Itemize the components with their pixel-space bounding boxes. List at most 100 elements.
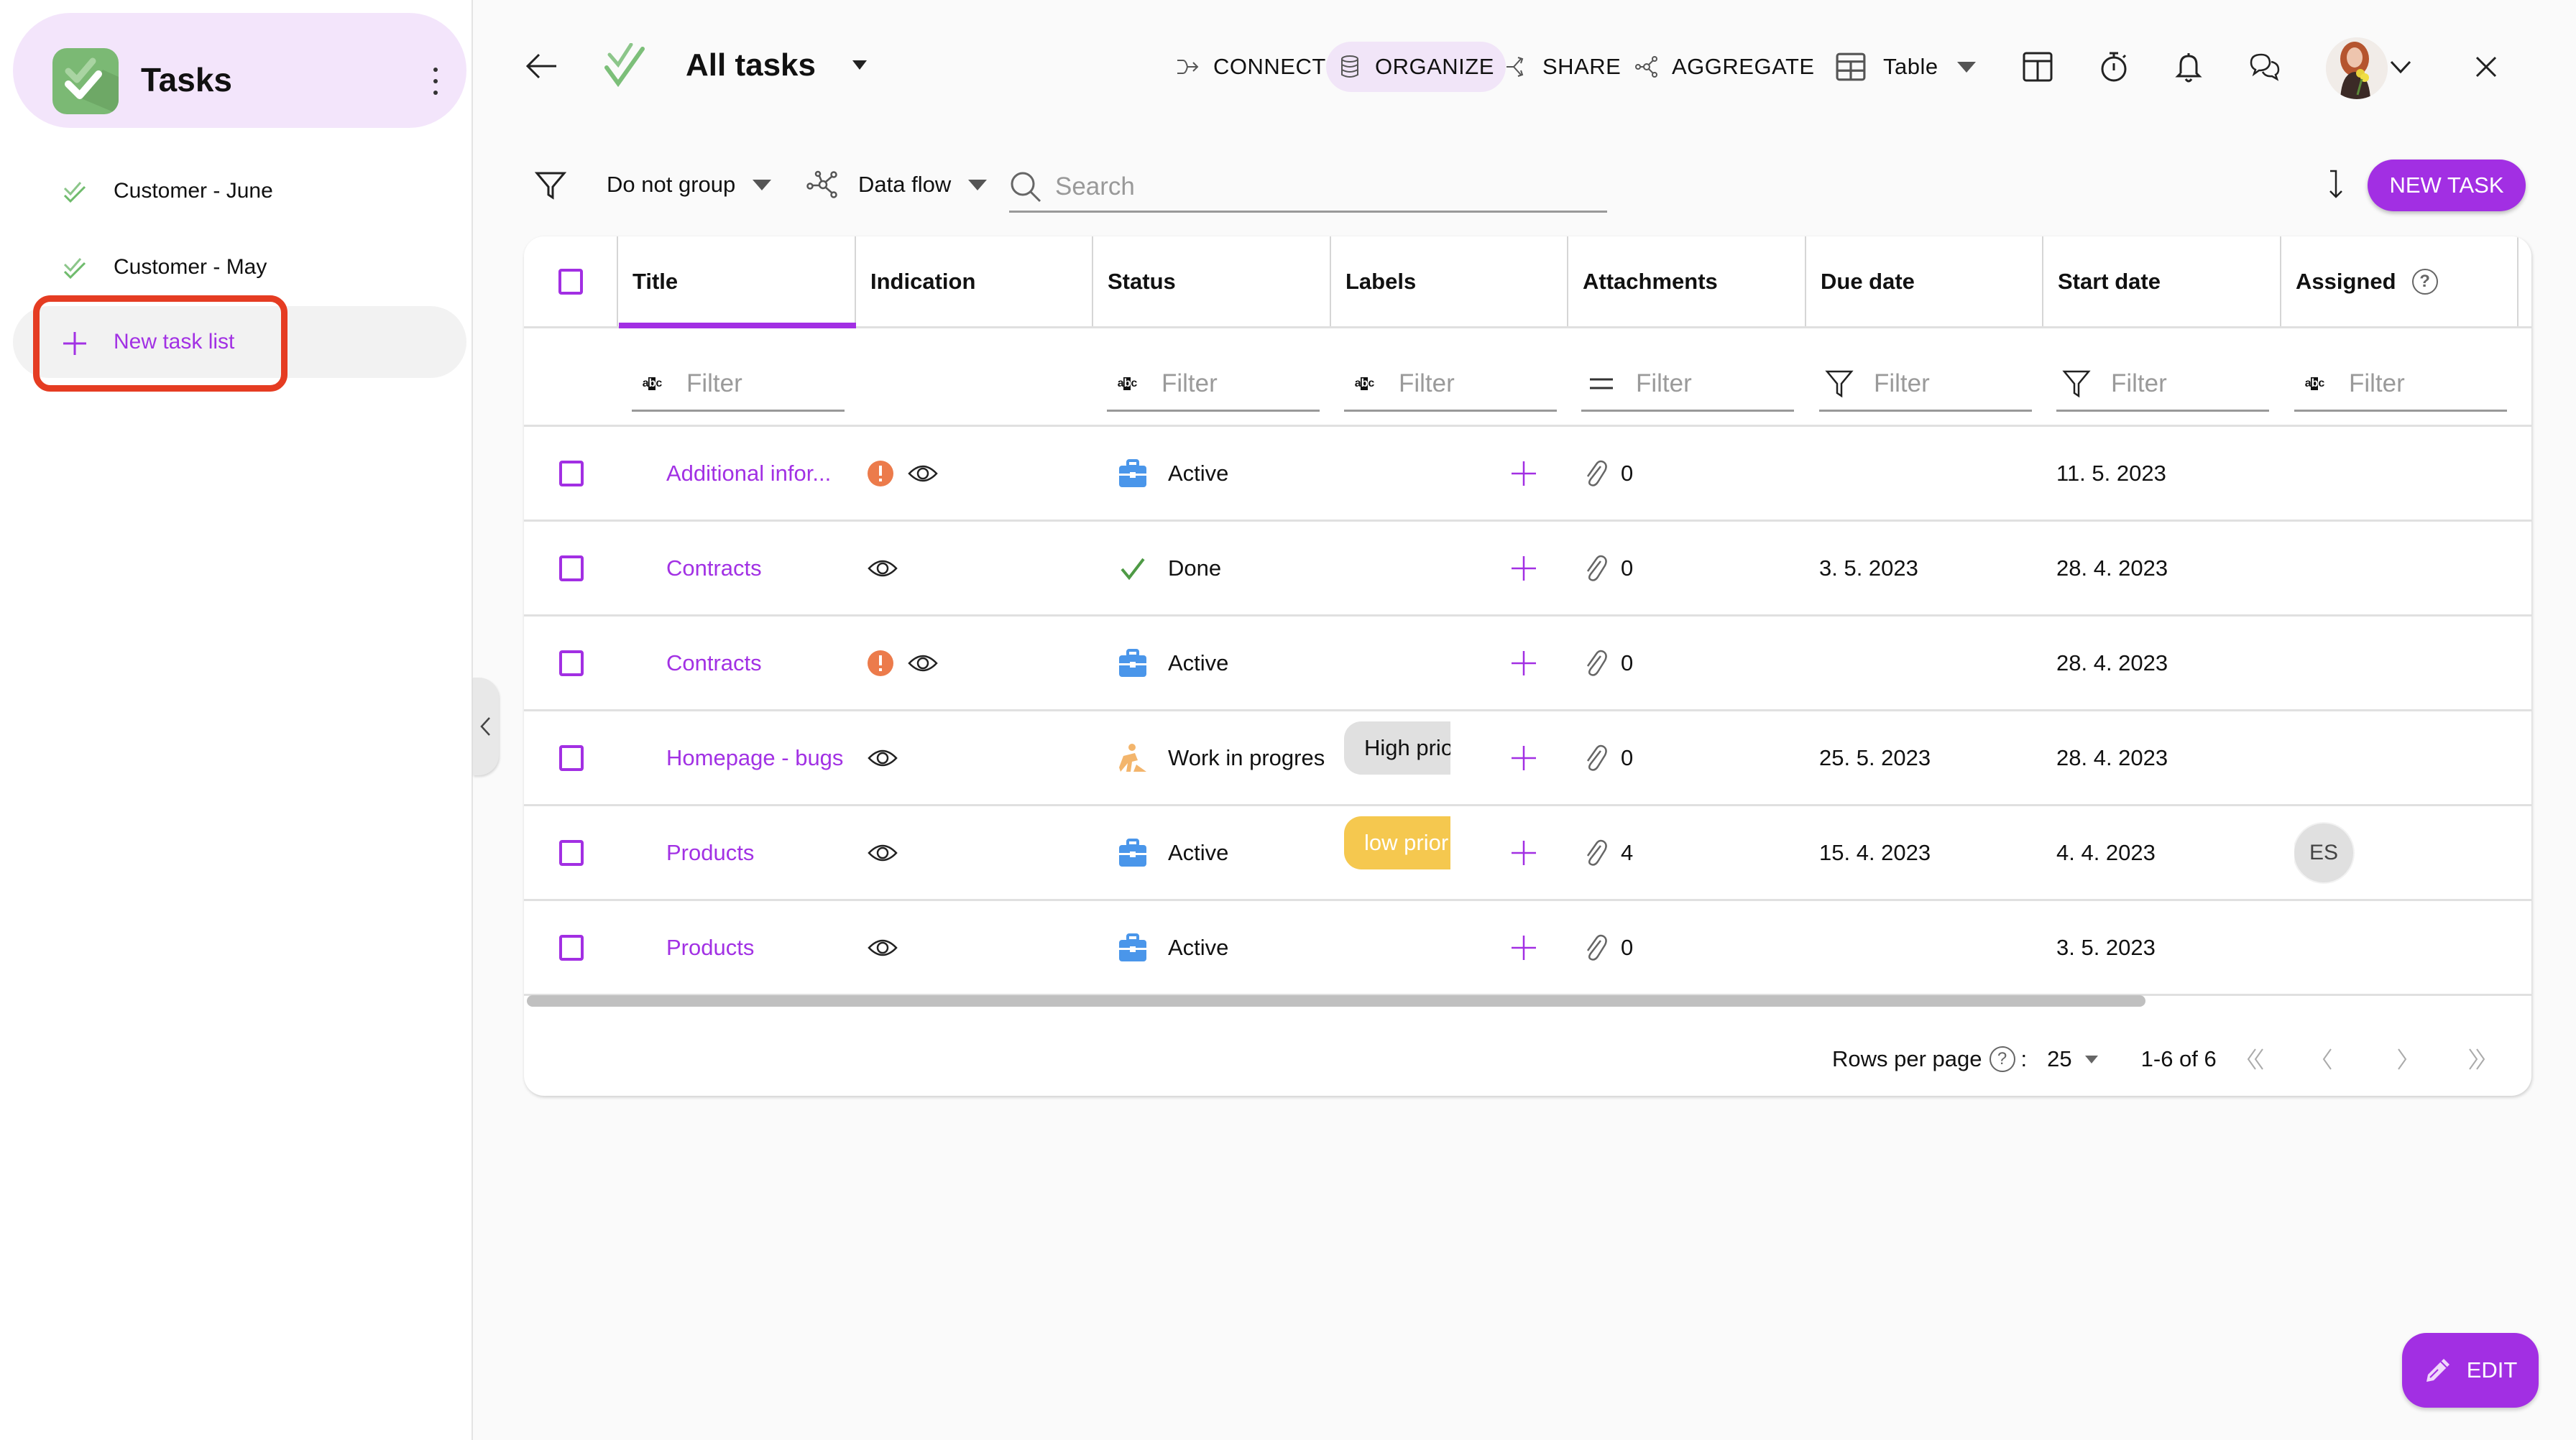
user-avatar[interactable] — [2326, 37, 2388, 99]
column-header-status[interactable]: Status — [1093, 236, 1331, 326]
status-cell[interactable]: Active — [1118, 901, 1326, 994]
eye-icon[interactable] — [868, 748, 898, 768]
search-input[interactable] — [1055, 172, 1558, 201]
previous-page-icon[interactable] — [2313, 1045, 2342, 1074]
start-date-filter[interactable]: Filter — [2056, 357, 2269, 412]
task-title-link[interactable]: Contracts — [666, 555, 762, 581]
table-row[interactable]: Contracts Active 0 28. 4. 2023 — [524, 617, 2531, 711]
assigned-cell[interactable] — [2294, 427, 2510, 520]
connect-button[interactable]: CONNECT — [1176, 42, 1326, 92]
more-options-icon[interactable] — [421, 63, 450, 99]
data-flow-select[interactable]: Data flow — [806, 167, 988, 203]
column-header-start-date[interactable]: Start date — [2043, 236, 2281, 326]
new-task-list-button[interactable]: New task list — [13, 306, 466, 378]
add-label-icon[interactable] — [1510, 744, 1537, 772]
sidebar-item-customer-june[interactable]: Customer - June — [13, 155, 466, 227]
next-page-icon[interactable] — [2388, 1045, 2416, 1074]
assigned-filter[interactable]: a b c Filter — [2294, 357, 2507, 412]
table-row[interactable]: Products Active 0 3. 5. 2023 — [524, 901, 2531, 996]
row-checkbox[interactable] — [558, 460, 584, 486]
column-header-title[interactable]: Title — [618, 236, 856, 326]
view-selector[interactable]: Table — [1836, 42, 1976, 92]
column-header-indication[interactable]: Indication — [856, 236, 1093, 326]
edit-button[interactable]: EDIT — [2402, 1333, 2539, 1408]
status-cell[interactable]: Active — [1118, 617, 1326, 709]
row-checkbox[interactable] — [558, 839, 584, 866]
label-chip[interactable]: High prio — [1344, 721, 1450, 775]
due-date-cell[interactable] — [1819, 427, 2035, 520]
sidebar-item-customer-may[interactable]: Customer - May — [13, 231, 466, 303]
start-date-cell[interactable]: 28. 4. 2023 — [2056, 711, 2272, 804]
back-arrow-icon[interactable] — [525, 50, 559, 82]
attachments-cell[interactable]: 0 — [1582, 711, 1798, 804]
last-page-icon[interactable] — [2462, 1045, 2491, 1074]
close-icon[interactable] — [2474, 55, 2498, 79]
chevron-down-icon[interactable] — [2389, 56, 2412, 78]
timer-icon[interactable] — [2097, 50, 2130, 83]
group-by-select[interactable]: Do not group — [607, 167, 772, 203]
attachments-cell[interactable]: 0 — [1582, 427, 1798, 520]
row-checkbox[interactable] — [558, 744, 584, 771]
aggregate-button[interactable]: AGGREGATE — [1634, 42, 1815, 92]
share-button[interactable]: SHARE — [1505, 42, 1621, 92]
rows-per-page-select[interactable]: 25 — [2047, 1046, 2098, 1072]
assigned-cell[interactable] — [2294, 522, 2510, 614]
task-title-link[interactable]: Products — [666, 840, 754, 866]
table-row[interactable]: Products Active low prior 4 15. 4. 2023 4. 4.… — [524, 806, 2531, 901]
labels-filter[interactable]: a b c Filter — [1344, 357, 1557, 412]
task-title-link[interactable]: Contracts — [666, 650, 762, 676]
attachments-filter[interactable]: Filter — [1581, 357, 1794, 412]
due-date-cell[interactable] — [1819, 617, 2035, 709]
add-label-icon[interactable] — [1510, 460, 1537, 487]
column-header-assigned[interactable]: Assigned ? — [2281, 236, 2518, 326]
column-header-labels[interactable]: Labels — [1331, 236, 1568, 326]
attachments-cell[interactable]: 0 — [1582, 522, 1798, 614]
new-task-button[interactable]: NEW TASK — [2368, 160, 2526, 211]
start-date-cell[interactable]: 28. 4. 2023 — [2056, 617, 2272, 709]
start-date-cell[interactable]: 4. 4. 2023 — [2056, 806, 2272, 899]
task-title-link[interactable]: Additional infor... — [666, 461, 831, 486]
attachments-cell[interactable]: 4 — [1582, 806, 1798, 899]
start-date-cell[interactable]: 11. 5. 2023 — [2056, 427, 2272, 520]
help-icon[interactable]: ? — [1989, 1046, 2015, 1072]
help-icon[interactable]: ? — [2411, 268, 2438, 295]
organize-button[interactable]: ORGANIZE — [1326, 42, 1506, 92]
eye-icon[interactable] — [868, 843, 898, 863]
row-checkbox[interactable] — [558, 555, 584, 581]
row-checkbox[interactable] — [558, 650, 584, 676]
due-date-filter[interactable]: Filter — [1819, 357, 2032, 412]
start-date-cell[interactable]: 3. 5. 2023 — [2056, 901, 2272, 994]
attachments-cell[interactable]: 0 — [1582, 901, 1798, 994]
chat-icon[interactable] — [2248, 50, 2281, 83]
column-header-attachments[interactable]: Attachments — [1568, 236, 1806, 326]
due-date-cell[interactable]: 25. 5. 2023 — [1819, 711, 2035, 804]
eye-icon[interactable] — [908, 653, 938, 673]
first-page-icon[interactable] — [2241, 1045, 2270, 1074]
add-label-icon[interactable] — [1510, 650, 1537, 677]
task-title-link[interactable]: Homepage - bugs — [666, 745, 843, 771]
add-label-icon[interactable] — [1510, 934, 1537, 961]
assignee-avatar[interactable]: ES — [2294, 823, 2353, 882]
sort-icon[interactable] — [2323, 168, 2349, 200]
horizontal-scrollbar[interactable] — [527, 995, 2145, 1007]
row-checkbox[interactable] — [558, 934, 584, 961]
status-filter[interactable]: a b c Filter — [1107, 357, 1320, 412]
title-filter[interactable]: a b c Filter — [632, 357, 845, 412]
eye-icon[interactable] — [908, 463, 938, 484]
start-date-cell[interactable]: 28. 4. 2023 — [2056, 522, 2272, 614]
table-row[interactable]: Additional infor... Active 0 11. 5. 2023 — [524, 427, 2531, 522]
notification-bell-icon[interactable] — [2172, 50, 2205, 83]
filter-icon[interactable] — [535, 171, 566, 200]
attachments-cell[interactable]: 0 — [1582, 617, 1798, 709]
title-dropdown-caret-icon[interactable] — [852, 60, 867, 70]
status-cell[interactable]: Work in progres — [1118, 711, 1326, 804]
column-header-due-date[interactable]: Due date — [1806, 236, 2043, 326]
collapse-sidebar-button[interactable] — [473, 678, 499, 775]
assigned-cell[interactable]: ES — [2294, 806, 2510, 899]
due-date-cell[interactable]: 15. 4. 2023 — [1819, 806, 2035, 899]
layout-icon[interactable] — [2021, 50, 2054, 83]
task-title-link[interactable]: Products — [666, 935, 754, 961]
status-cell[interactable]: Done — [1118, 522, 1326, 614]
due-date-cell[interactable] — [1819, 901, 2035, 994]
table-row[interactable]: Homepage - bugs Work in progres High prio 0… — [524, 711, 2531, 806]
